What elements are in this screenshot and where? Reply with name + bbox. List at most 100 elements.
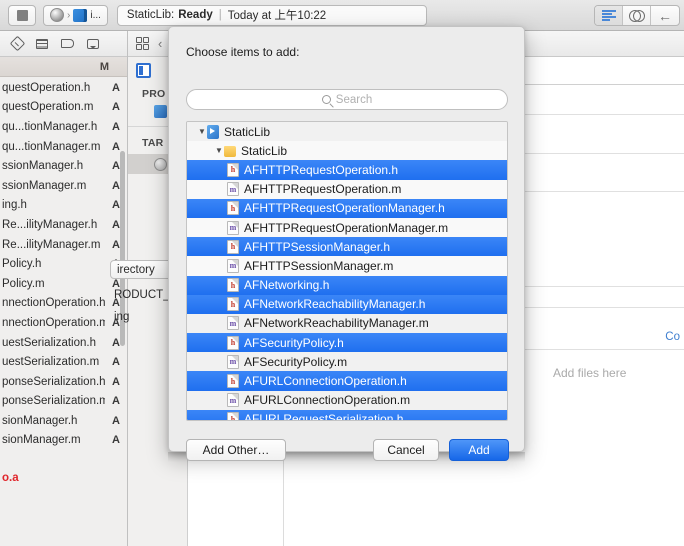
source-file-icon: m: [227, 354, 239, 369]
header-file-icon: h: [227, 162, 239, 177]
navigator-file-status: A: [112, 356, 120, 369]
file-tree-row[interactable]: h AFHTTPRequestOperation.h: [187, 160, 507, 180]
disclosure-triangle-icon[interactable]: ▼: [198, 127, 207, 136]
navigator-file-row[interactable]: nnectionOperation.m A: [0, 313, 127, 333]
navigator-file-row[interactable]: questOperation.h A: [0, 78, 127, 98]
standard-editor-button[interactable]: [595, 6, 623, 25]
navigator-file-name: questOperation.m: [2, 101, 94, 114]
navigator-file-row[interactable]: Re...ilityManager.h A: [0, 215, 127, 235]
file-tree-row[interactable]: ▼ StaticLib: [187, 141, 507, 161]
folder-icon: [224, 145, 236, 157]
navigator-file-name: ssionManager.h: [2, 160, 84, 173]
file-tree-label: AFNetworkReachabilityManager.m: [244, 316, 429, 331]
navigator-file-list[interactable]: questOperation.h A questOperation.m Aqu...t…: [0, 78, 127, 546]
navigator-library-name: o.a: [2, 472, 19, 485]
navigator-file-row[interactable]: qu...tionManager.m A: [0, 137, 127, 157]
navigator-library-row[interactable]: o.a: [0, 468, 127, 488]
file-tree-label: AFHTTPRequestOperationManager.m: [244, 220, 449, 235]
file-tree-row[interactable]: h AFNetworking.h: [187, 275, 507, 295]
file-tree-row[interactable]: m AFSecurityPolicy.m: [187, 352, 507, 372]
navigator-file-row[interactable]: sionManager.m A: [0, 431, 127, 451]
navigator-file-row[interactable]: questOperation.m A: [0, 98, 127, 118]
navigator-file-status: A: [112, 120, 120, 133]
file-tree-label: AFNetworkReachabilityManager.h: [244, 297, 426, 312]
navigator-file-row[interactable]: sionManager.h A: [0, 411, 127, 431]
navigator-file-row[interactable]: ponseSerialization.h A: [0, 372, 127, 392]
navigator-file-status: A: [112, 101, 120, 114]
file-tree-row[interactable]: h AFURLConnectionOperation.h: [187, 371, 507, 391]
assistant-editor-button[interactable]: [623, 6, 651, 25]
navigator-file-row[interactable]: nnectionOperation.h A: [0, 294, 127, 314]
project-file-icon: [207, 124, 219, 139]
navigator-file-row[interactable]: Re...ilityManager.m A: [0, 235, 127, 255]
file-tree-row[interactable]: h AFNetworkReachabilityManager.h: [187, 294, 507, 314]
navigator-file-row[interactable]: qu...tionManager.h A: [0, 117, 127, 137]
navigator-file-name: Re...ilityManager.m: [2, 238, 101, 251]
navigator-file-name: ponseSerialization.m: [2, 395, 105, 408]
navigator-file-row[interactable]: ssionManager.m A: [0, 176, 127, 196]
file-tree-label: AFURLRequestSerialization.h: [244, 412, 404, 421]
navigator-file-name: qu...tionManager.h: [2, 120, 98, 133]
file-tree-row[interactable]: ▼ StaticLib: [187, 122, 507, 142]
navigator-file-name: sionManager.m: [2, 434, 81, 447]
file-tree-row[interactable]: h AFSecurityPolicy.h: [187, 333, 507, 353]
project-row-icon[interactable]: [154, 105, 167, 118]
file-tree-row[interactable]: m AFHTTPSessionManager.m: [187, 256, 507, 276]
stop-button[interactable]: [8, 4, 36, 26]
header-file-icon: h: [227, 335, 239, 350]
navigator-file-row[interactable]: ssionManager.h A: [0, 156, 127, 176]
copy-label: Co: [665, 331, 680, 343]
report-navigator-icon[interactable]: [87, 38, 99, 49]
add-other-button[interactable]: Add Other…: [186, 439, 286, 461]
target-icon: [154, 157, 167, 171]
scheme-label: i...: [90, 9, 101, 21]
navigator-file-row[interactable]: ing.h A: [0, 196, 127, 216]
header-file-icon: h: [227, 297, 239, 312]
status-timestamp: Today at 上午10:22: [227, 10, 327, 22]
issue-navigator-icon[interactable]: [9, 35, 26, 52]
project-icon[interactable]: [136, 37, 149, 50]
test-navigator-icon[interactable]: [36, 38, 48, 49]
file-tree-row[interactable]: m AFHTTPRequestOperationManager.m: [187, 217, 507, 238]
navigator-file-name: ssionManager.m: [2, 179, 87, 192]
symbol-navigator-icon[interactable]: [61, 39, 74, 48]
file-tree-label: AFURLConnectionOperation.h: [244, 374, 407, 389]
sheet-title: Choose items to add:: [186, 45, 300, 59]
toolbar-right-group: ←: [594, 0, 684, 31]
file-tree-label: AFSecurityPolicy.m: [244, 354, 348, 369]
file-tree-label: StaticLib: [241, 143, 288, 158]
navigator-file-row[interactable]: uestSerialization.m A: [0, 352, 127, 372]
file-tree-label: AFHTTPRequestOperation.m: [244, 182, 402, 197]
scheme-selector[interactable]: › i...: [43, 4, 108, 26]
project-navigator: M questOperation.h AquestOperation.m Aqu..…: [0, 31, 128, 546]
add-files-sheet: Choose items to add: Search ▼ StaticLib ▼ S…: [168, 26, 525, 461]
file-tree-row[interactable]: h AFURLRequestSerialization.h: [187, 409, 507, 421]
file-tree-row[interactable]: m AFNetworkReachabilityManager.m: [187, 313, 507, 334]
disclosure-triangle-icon[interactable]: ▼: [215, 146, 224, 155]
navigator-filter-bar: [0, 31, 127, 57]
cancel-button[interactable]: Cancel: [373, 439, 439, 461]
navigator-file-row[interactable]: Policy.hA: [0, 254, 127, 274]
navigator-file-name: qu...tionManager.m: [2, 140, 101, 153]
file-tree-row[interactable]: m AFURLConnectionOperation.m: [187, 390, 507, 410]
back-chevron-icon[interactable]: ‹: [158, 36, 162, 51]
file-tree-list[interactable]: ▼ StaticLib ▼ StaticLib h AFHTTPRequestOperat…: [186, 121, 508, 421]
navigator-file-row[interactable]: uestSerialization.h A: [0, 333, 127, 353]
navigator-file-name: ponseSerialization.h: [2, 375, 105, 388]
navigator-file-row[interactable]: Policy.m A: [0, 274, 127, 294]
source-file-icon: m: [227, 182, 239, 197]
source-file-icon: m: [227, 220, 239, 235]
file-tree-row[interactable]: h AFHTTPRequestOperationManager.h: [187, 198, 507, 218]
navigator-file-row[interactable]: ponseSerialization.m A: [0, 392, 127, 412]
navigator-file-name: uestSerialization.m: [2, 356, 100, 369]
standard-editor-icon: [601, 10, 616, 21]
file-tree-row[interactable]: h AFHTTPSessionManager.h: [187, 237, 507, 257]
version-editor-button[interactable]: ←: [651, 6, 679, 25]
search-input[interactable]: Search: [186, 89, 508, 110]
editor-mode-segmented[interactable]: ←: [594, 5, 680, 26]
add-button[interactable]: Add: [449, 439, 509, 461]
header-file-icon: h: [227, 239, 239, 254]
source-file-icon: m: [227, 258, 239, 273]
file-tree-row[interactable]: m AFHTTPRequestOperation.m: [187, 179, 507, 199]
file-tree-label: AFURLConnectionOperation.m: [244, 393, 411, 408]
